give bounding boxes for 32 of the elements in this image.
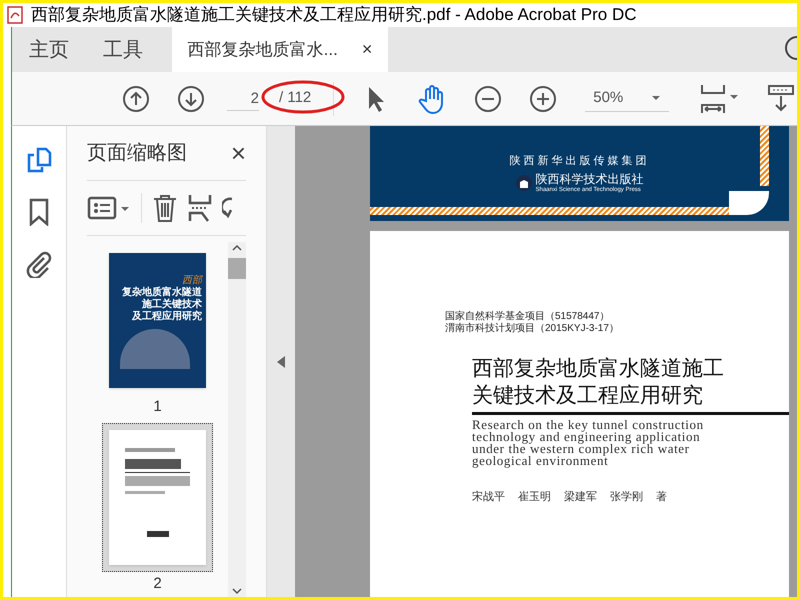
tab[interactable]: 主页 xyxy=(12,27,86,72)
thumbnail-frame[interactable]: 西部 复杂地质富水隧道 施工关键技术 及工程应用研究 xyxy=(102,246,213,395)
thumbnail-page-number: 2 xyxy=(153,576,162,592)
english-title-line: geological environment xyxy=(472,455,608,467)
cover-title-line: 复杂地质富水隧道 xyxy=(122,287,202,298)
window-title: 西部复杂地质富水隧道施工关键技术及工程应用研究.pdf - Adobe Acrobat Pro DC xyxy=(31,4,637,26)
thumbnail-page-number: 1 xyxy=(153,399,162,415)
author-suffix: 著 xyxy=(656,489,667,505)
publisher-name: 陕西科学技术出版社 xyxy=(536,172,644,186)
tab[interactable]: 工具 xyxy=(86,27,160,72)
close-tab-button[interactable]: × xyxy=(362,36,372,63)
english-title-line: under the western complex rich water xyxy=(472,443,690,455)
zoom-dropdown[interactable]: 50% xyxy=(585,86,670,112)
close-panel-button[interactable]: × xyxy=(230,140,246,166)
page-count: / 112 xyxy=(279,88,312,108)
author-name: 宋战平 xyxy=(472,489,505,505)
funding-line: 渭南市科技计划项目（2015KYJ-3-17） xyxy=(445,323,620,335)
publisher-group-text: 陕西新华出版传媒集团 xyxy=(510,153,650,170)
panel-title: 页面缩略图 xyxy=(87,141,187,166)
cover-title-line: 及工程应用研究 xyxy=(132,311,202,323)
english-title-line: technology and engineering application xyxy=(472,431,700,443)
author-name: 梁建军 xyxy=(564,489,597,505)
english-title-line: Research on the key tunnel construction xyxy=(472,419,705,431)
author-name: 张学刚 xyxy=(610,489,643,505)
tab[interactable]: 西部复杂地质富水... × xyxy=(172,27,388,72)
funding-line: 国家自然科学基金项目（51578447） xyxy=(445,311,610,322)
book-title-line: 关键技术及工程应用研究 xyxy=(472,383,704,409)
book-title-line: 西部复杂地质富水隧道施工 xyxy=(472,356,725,382)
cover-title-line: 西部 xyxy=(182,275,202,286)
page-number-field[interactable]: 2 xyxy=(227,86,259,110)
author-name: 崔玉明 xyxy=(518,489,551,505)
cover-title-line: 施工关键技术 xyxy=(142,299,202,310)
